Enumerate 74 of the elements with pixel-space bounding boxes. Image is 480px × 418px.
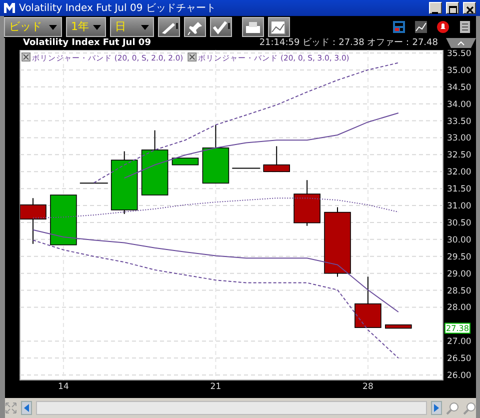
collapse-icon[interactable] bbox=[446, 38, 476, 48]
scroll-right-button[interactable] bbox=[431, 401, 442, 415]
legend-toggle-icon[interactable] bbox=[22, 52, 30, 62]
candlestick bbox=[110, 150, 138, 214]
period-dropdown[interactable]: 1年 bbox=[66, 17, 106, 37]
candlestick bbox=[263, 146, 290, 172]
y-axis-label: 26.00 bbox=[447, 371, 472, 381]
y-axis-label: 31.50 bbox=[447, 184, 472, 195]
candlestick bbox=[50, 194, 77, 246]
zoom-out-icon[interactable] bbox=[463, 402, 476, 414]
y-axis-label: 32.50 bbox=[447, 150, 472, 161]
x-axis-label: 28 bbox=[362, 382, 374, 392]
x-axis-label: 14 bbox=[58, 382, 69, 392]
candlestick bbox=[354, 276, 382, 328]
y-axis-label: 35.50 bbox=[447, 50, 472, 59]
quote-text: 21:14:59 ビッド：27.38 オファー：27.48 bbox=[259, 37, 438, 50]
app-icon bbox=[4, 3, 15, 13]
print-button[interactable] bbox=[242, 17, 264, 37]
notepad-icon[interactable] bbox=[458, 20, 472, 34]
line-chart-icon bbox=[270, 19, 288, 35]
y-axis-label: 33.00 bbox=[447, 134, 472, 144]
candlestick bbox=[141, 130, 168, 196]
caret-icon bbox=[141, 24, 149, 30]
candlestick bbox=[294, 180, 320, 226]
y-axis-label: 28.50 bbox=[447, 286, 472, 296]
maximize-button[interactable] bbox=[446, 2, 459, 14]
zoom-in-icon[interactable] bbox=[446, 402, 459, 414]
close-button[interactable] bbox=[463, 2, 476, 14]
candlestick bbox=[79, 182, 108, 184]
print-icon bbox=[244, 19, 262, 35]
y-axis-label: 28.00 bbox=[447, 303, 472, 314]
candlestick bbox=[202, 124, 230, 184]
scroll-left-button[interactable] bbox=[21, 401, 32, 415]
y-axis-label: 31.00 bbox=[447, 202, 472, 212]
caret-icon bbox=[93, 24, 101, 30]
candlestick bbox=[324, 206, 351, 278]
layout-icon[interactable] bbox=[392, 20, 406, 34]
candlestick bbox=[172, 158, 199, 166]
y-axis-label: 35.00 bbox=[447, 66, 472, 76]
pin-icon bbox=[186, 19, 204, 35]
y-axis-label: 34.50 bbox=[447, 82, 472, 93]
period-dropdown[interactable]: ビッド bbox=[4, 17, 62, 37]
x-axis-label: 21 bbox=[210, 382, 222, 392]
period-dropdown[interactable]: 日 bbox=[110, 17, 154, 37]
pin-button[interactable] bbox=[184, 17, 206, 37]
scrollbar-track[interactable] bbox=[36, 401, 427, 415]
line-chart-button[interactable] bbox=[268, 17, 290, 37]
y-axis-label: 30.00 bbox=[447, 235, 472, 246]
candlestick bbox=[385, 324, 412, 329]
pen-button[interactable] bbox=[158, 17, 180, 37]
candlestick bbox=[20, 198, 46, 244]
close-icon bbox=[466, 6, 474, 14]
instrument-title: Volatility Index Fut Jul 09 bbox=[23, 37, 151, 50]
right-arrow-icon bbox=[434, 404, 440, 412]
price-tag: 27.38 bbox=[444, 322, 470, 334]
left-arrow-icon bbox=[24, 404, 30, 412]
y-axis-label: 29.00 bbox=[447, 269, 472, 280]
window-title: Volatility Index Fut Jul 09 ビッドチャート bbox=[19, 2, 217, 16]
legend-toggle-icon[interactable] bbox=[188, 52, 197, 62]
y-axis-label: 34.00 bbox=[447, 100, 472, 110]
y-axis-label: 30.50 bbox=[447, 218, 472, 228]
check-icon bbox=[212, 19, 230, 35]
y-axis-label: 29.50 bbox=[447, 252, 472, 262]
y-axis-label: 26.50 bbox=[447, 354, 472, 364]
y-axis-label: 33.50 bbox=[447, 116, 472, 127]
alarm-icon[interactable] bbox=[436, 20, 450, 34]
maximize-icon bbox=[448, 6, 456, 14]
y-axis-label: 27.00 bbox=[447, 337, 472, 348]
candlestick bbox=[232, 168, 261, 169]
check-button[interactable] bbox=[210, 17, 232, 37]
minimize-button[interactable] bbox=[429, 2, 442, 14]
chart-icon[interactable] bbox=[414, 20, 428, 34]
y-axis-label: 32.00 bbox=[447, 168, 472, 178]
caret-icon bbox=[49, 24, 57, 30]
